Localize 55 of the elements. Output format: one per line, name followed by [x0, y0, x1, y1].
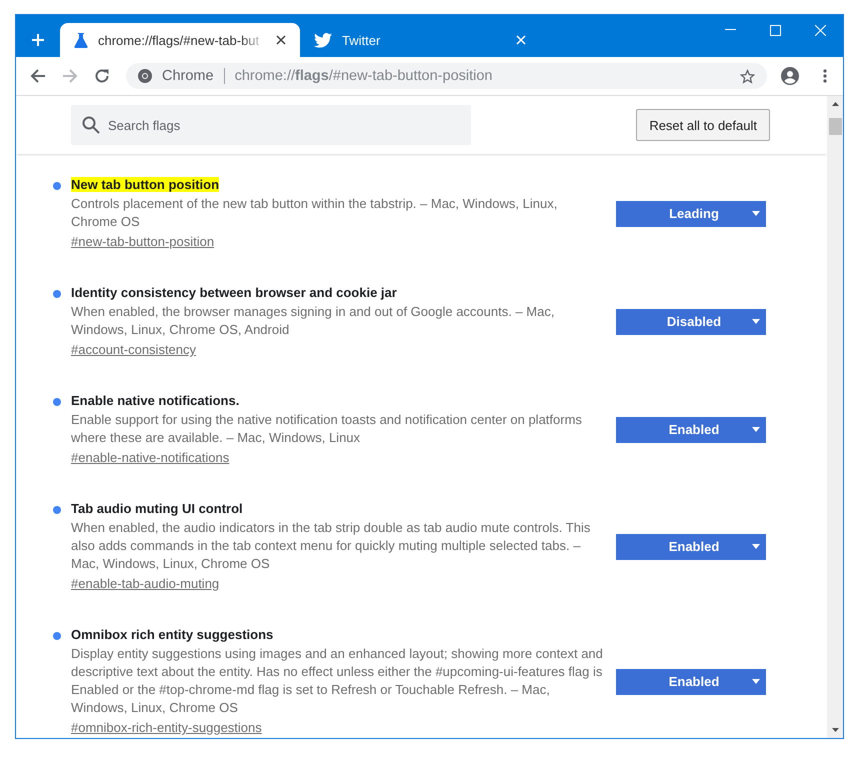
flag-dropdown[interactable]: Enabled [616, 668, 766, 694]
flag-link[interactable]: #enable-native-notifications [71, 450, 230, 465]
scroll-thumb[interactable] [828, 118, 842, 135]
status-dot [53, 182, 61, 190]
plus-icon [31, 33, 45, 47]
browser-tab[interactable]: Twitter [300, 23, 540, 57]
caret-icon [752, 319, 760, 324]
flag-description: Enable support for using the native notification toasts and notification center on platforms where these are available. – Mac, Windows, Linux [71, 411, 583, 447]
flag-title: Enable native notifications. [71, 393, 240, 408]
tab-title: chrome://flags/#new-tab-but [98, 32, 260, 48]
url-text: chrome://flags/#new-tab-button-position [234, 68, 492, 84]
caret-icon [752, 544, 760, 549]
close-icon[interactable] [276, 35, 286, 45]
flag-dropdown[interactable]: Enabled [616, 534, 766, 560]
back-arrow-icon[interactable] [30, 68, 46, 84]
flag-title: Identity consistency between browser and cookie jar [71, 285, 397, 300]
flag-dropdown[interactable]: Disabled [616, 308, 766, 334]
flag-title: Omnibox rich entity suggestions [71, 627, 274, 642]
caret-icon [752, 427, 760, 432]
flag-dropdown[interactable]: Enabled [616, 416, 766, 442]
scrollbar[interactable] [827, 96, 843, 738]
chrome-logo-icon [138, 69, 152, 83]
scroll-up-icon[interactable] [832, 102, 838, 106]
status-dot [53, 290, 61, 298]
flag-link[interactable]: #omnibox-rich-entity-suggestions [71, 720, 262, 735]
search-field[interactable]: Search flags [71, 105, 471, 145]
scroll-down-icon[interactable] [832, 728, 838, 732]
bird-icon [314, 32, 332, 48]
flag-link[interactable]: #account-consistency [71, 342, 196, 357]
menu-icon[interactable] [823, 69, 827, 83]
reset-all-button[interactable]: Reset all to default [636, 109, 770, 141]
search-icon [82, 116, 100, 134]
flag-description: When enabled, the browser manages signing in and out of Google accounts. – Mac, Windows, Linux, Chrome OS, Android [71, 303, 556, 339]
site-label: Chrome [162, 68, 214, 84]
flag-description: Controls placement of the new tab button within the tabstrip. – Mac, Windows, Linux, Chrome OS [71, 195, 558, 231]
status-dot [53, 632, 61, 640]
profile-icon[interactable] [781, 67, 799, 85]
flag-description: Display entity suggestions using images and an enhanced layout; showing more context and descriptive text about the entity. Has no effect unless either the #upcoming-ui-features flag is Enabled or the #top-chrome-md flag is set to Refresh or Touchable Refresh. – Mac, Windows, Linux, Chrome OS [71, 645, 604, 717]
star-icon[interactable] [740, 68, 755, 84]
tab-title: Twitter [342, 32, 382, 48]
caret-icon [752, 679, 760, 684]
flag-title: New tab button position [71, 177, 220, 192]
flag-link[interactable]: #new-tab-button-position [71, 234, 214, 249]
flask-icon [74, 32, 88, 48]
flag-title: Tab audio muting UI control [71, 501, 243, 516]
status-dot [53, 506, 61, 514]
flag-link[interactable]: #enable-tab-audio-muting [71, 576, 220, 591]
flag-dropdown[interactable]: Leading [616, 200, 766, 226]
maximize-icon[interactable] [770, 25, 781, 36]
address-bar[interactable]: Chrome chrome://flags/#new-tab-button-position [126, 63, 767, 89]
browser-tab[interactable]: chrome://flags/#new-tab-but [60, 23, 300, 57]
status-dot [53, 398, 61, 406]
flag-description: When enabled, the audio indicators in the tab strip double as tab audio mute controls. This also adds commands in the tab context menu for quickly muting multiple selected tabs. – Mac, Windows, Linux, Chrome OS [71, 519, 592, 573]
caret-icon [752, 211, 760, 216]
reload-icon[interactable] [94, 68, 110, 84]
